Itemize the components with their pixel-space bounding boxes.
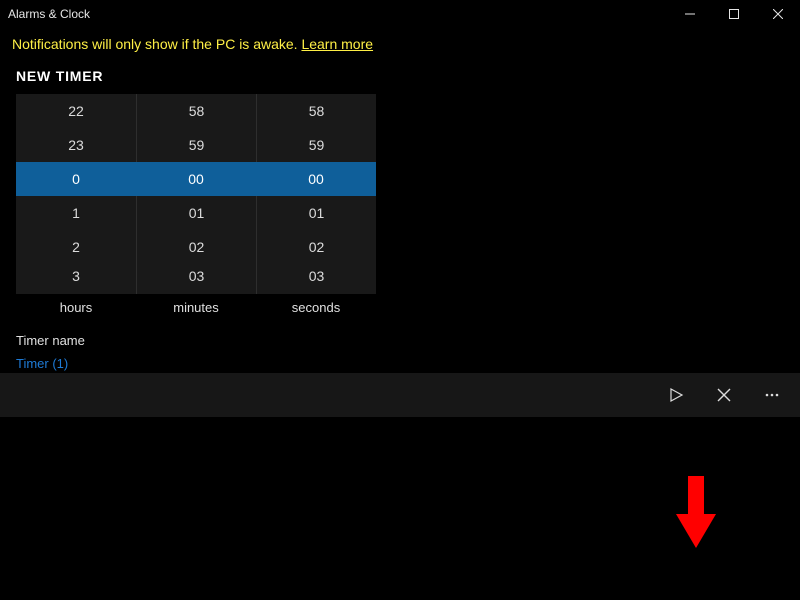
picker-unit-labels: hours minutes seconds	[16, 300, 376, 315]
picker-option[interactable]: 23	[16, 128, 136, 162]
minutes-label: minutes	[136, 300, 256, 315]
cancel-button[interactable]	[700, 373, 748, 417]
picker-selection-row: 0 00 00	[16, 162, 376, 196]
picker-option[interactable]: 02	[137, 230, 256, 264]
hours-selected[interactable]: 0	[16, 162, 136, 196]
command-bar	[0, 373, 800, 417]
hours-label: hours	[16, 300, 136, 315]
minimize-icon	[685, 9, 695, 19]
close-icon	[773, 9, 783, 19]
picker-option[interactable]: 58	[257, 94, 376, 128]
picker-option[interactable]: 01	[257, 196, 376, 230]
window-title: Alarms & Clock	[8, 7, 90, 21]
learn-more-link[interactable]: Learn more	[301, 36, 373, 52]
close-button[interactable]	[756, 0, 800, 28]
picker-option[interactable]: 59	[137, 128, 256, 162]
cancel-icon	[717, 388, 731, 402]
notification-text: Notifications will only show if the PC i…	[12, 36, 298, 52]
picker-option[interactable]: 01	[137, 196, 256, 230]
picker-option[interactable]: 02	[257, 230, 376, 264]
new-timer-panel: NEW TIMER 22 23 1 2 3 58 59 01 02 03 58 …	[0, 62, 800, 373]
picker-option[interactable]: 58	[137, 94, 256, 128]
minimize-button[interactable]	[668, 0, 712, 28]
picker-option[interactable]: 2	[16, 230, 136, 264]
picker-option[interactable]: 03	[137, 264, 256, 294]
annotation-arrow-icon	[674, 474, 718, 550]
picker-option[interactable]: 22	[16, 94, 136, 128]
window-controls	[668, 0, 800, 28]
minutes-selected[interactable]: 00	[136, 162, 256, 196]
notification-bar: Notifications will only show if the PC i…	[0, 28, 800, 62]
picker-option[interactable]: 03	[257, 264, 376, 294]
more-icon	[764, 387, 780, 403]
time-picker[interactable]: 22 23 1 2 3 58 59 01 02 03 58 59 01 02 0…	[16, 94, 376, 294]
picker-option[interactable]: 3	[16, 264, 136, 294]
section-heading: NEW TIMER	[16, 68, 784, 84]
title-bar: Alarms & Clock	[0, 0, 800, 28]
maximize-button[interactable]	[712, 0, 756, 28]
picker-option[interactable]: 59	[257, 128, 376, 162]
start-button[interactable]	[652, 373, 700, 417]
timer-name-label: Timer name	[16, 333, 784, 348]
seconds-selected[interactable]: 00	[256, 162, 376, 196]
timer-name-input[interactable]	[16, 356, 376, 371]
maximize-icon	[729, 9, 739, 19]
picker-option[interactable]: 1	[16, 196, 136, 230]
play-icon	[668, 387, 684, 403]
more-button[interactable]	[748, 373, 796, 417]
seconds-label: seconds	[256, 300, 376, 315]
